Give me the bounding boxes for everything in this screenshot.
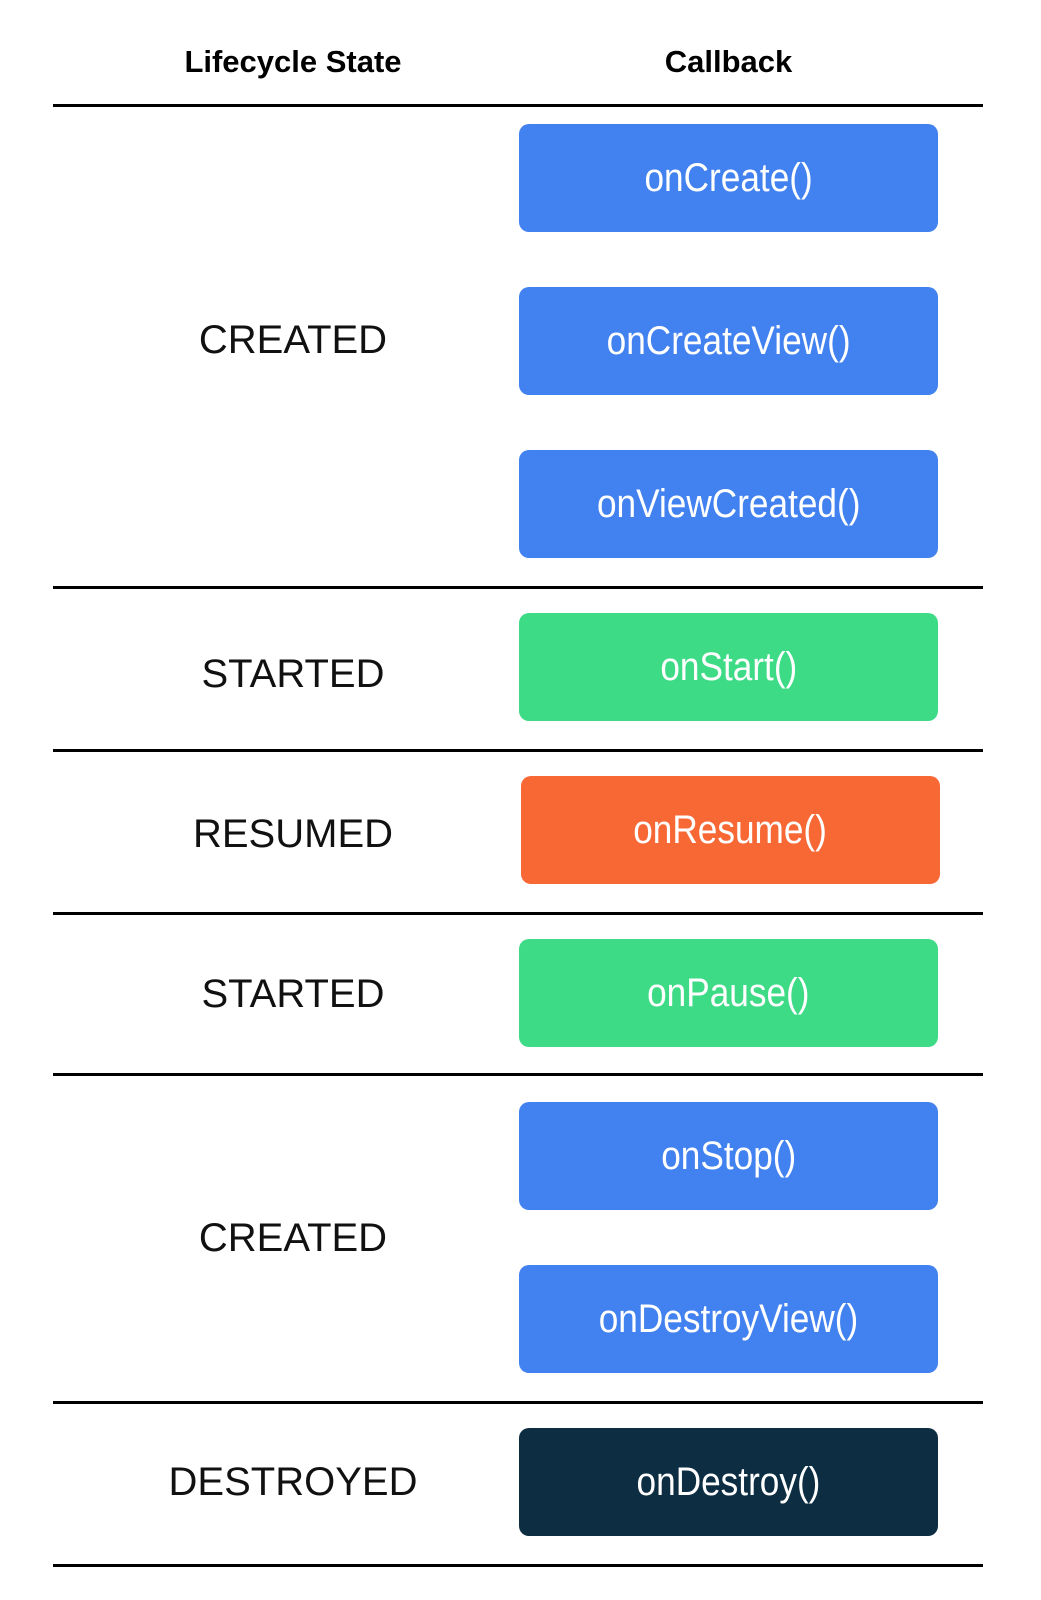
state-started: STARTED	[201, 652, 385, 696]
callback-oncreateview: onCreateView()	[519, 287, 938, 395]
state-destroyed: DESTROYED	[168, 1460, 418, 1504]
divider	[53, 1564, 983, 1567]
divider	[53, 586, 983, 589]
header-callback: Callback	[664, 44, 793, 79]
callback-onstop: onStop()	[519, 1102, 938, 1210]
header-lifecycle-state: Lifecycle State	[184, 44, 402, 79]
divider	[53, 104, 983, 107]
state-started: STARTED	[201, 972, 385, 1016]
divider	[53, 749, 983, 752]
state-created: CREATED	[198, 1216, 388, 1260]
state-created: CREATED	[198, 318, 388, 362]
divider	[53, 1073, 983, 1076]
divider	[53, 912, 983, 915]
callback-onviewcreated: onViewCreated()	[519, 450, 938, 558]
divider	[53, 1401, 983, 1404]
callback-onpause: onPause()	[519, 939, 938, 1047]
callback-ondestroyview: onDestroyView()	[519, 1265, 938, 1373]
callback-onresume: onResume()	[521, 776, 940, 884]
callback-onstart: onStart()	[519, 613, 938, 721]
state-resumed: RESUMED	[192, 812, 394, 856]
callback-oncreate: onCreate()	[519, 124, 938, 232]
callback-ondestroy: onDestroy()	[519, 1428, 938, 1536]
